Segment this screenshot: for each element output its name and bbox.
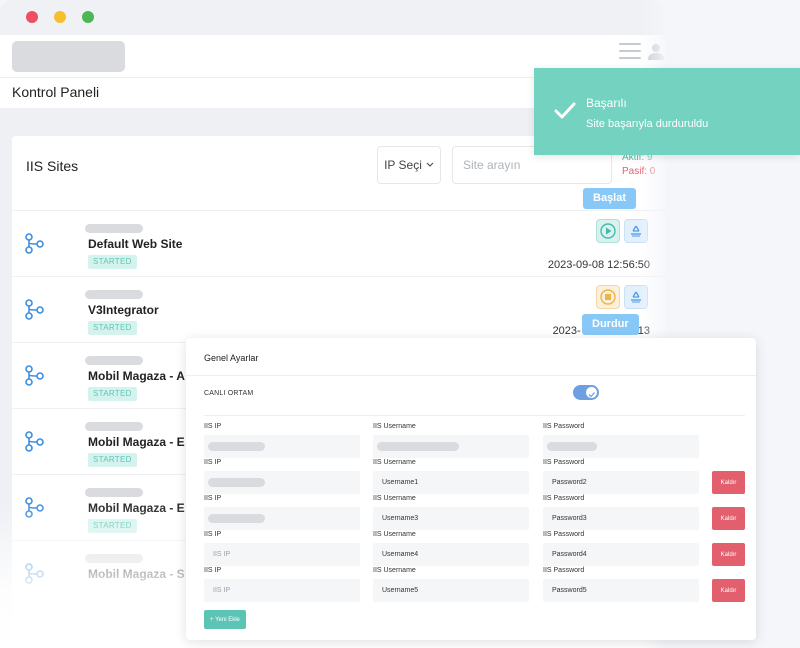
status-badge: STARTED	[88, 255, 137, 269]
status-badge: STARTED	[88, 321, 137, 335]
site-tree-icon	[25, 563, 44, 584]
iis-password-label: IIS Password	[543, 567, 585, 574]
last-updated-timestamp: 2023-09-08 12:56:50	[547, 259, 650, 271]
user-icon[interactable]	[647, 42, 665, 60]
divider	[186, 375, 756, 376]
ip-select-label: IP Seçi	[384, 158, 422, 172]
iis-password-label: IIS Password	[543, 459, 585, 466]
card-title: IIS Sites	[26, 158, 79, 174]
recycle-button[interactable]	[624, 219, 648, 243]
row-placeholder	[85, 488, 143, 497]
iis-password-field[interactable]: Password2	[543, 471, 699, 494]
checkmark-icon	[554, 102, 576, 119]
row-placeholder	[85, 422, 143, 431]
iis-password-field[interactable]: Password5	[543, 579, 699, 602]
minimize-window-button[interactable]	[54, 11, 66, 23]
iis-username-field[interactable]	[373, 435, 529, 458]
iis-username-label: IIS Username	[373, 567, 416, 574]
remove-button[interactable]: Kaldır	[712, 471, 745, 494]
add-new-button[interactable]: + Yeni Ekle	[204, 610, 246, 629]
page-title: Kontrol Paneli	[12, 84, 100, 100]
maximize-window-button[interactable]	[82, 11, 94, 23]
toast-message: Site başarıyla durduruldu	[586, 118, 709, 130]
iis-username-field[interactable]: Username1	[373, 471, 529, 494]
chevron-down-icon	[426, 162, 434, 167]
iis-username-label: IIS Username	[373, 495, 416, 502]
menu-icon[interactable]	[619, 43, 641, 64]
row-placeholder	[85, 356, 143, 365]
site-tree-icon	[25, 299, 44, 320]
iis-ip-label: IIS IP	[204, 567, 222, 574]
logo-placeholder	[12, 41, 125, 72]
site-name: Mobil Magaza - A	[88, 369, 185, 383]
row-placeholder	[85, 554, 143, 563]
stop-button[interactable]	[596, 285, 620, 309]
iis-username-field[interactable]: Username4	[373, 543, 529, 566]
iis-username-field[interactable]: Username5	[373, 579, 529, 602]
iis-ip-label: IIS IP	[204, 459, 222, 466]
site-name: Default Web Site	[88, 237, 183, 251]
iis-password-field[interactable]: Password4	[543, 543, 699, 566]
row-placeholder	[85, 290, 143, 299]
iis-ip-field[interactable]	[204, 471, 360, 494]
iis-ip-label: IIS IP	[204, 423, 222, 430]
iis-username-field[interactable]: Username3	[373, 507, 529, 530]
iis-password-field[interactable]	[543, 435, 699, 458]
check-icon	[588, 392, 595, 398]
settings-title: Genel Ayarlar	[204, 353, 259, 363]
recycle-icon	[631, 225, 641, 237]
iis-ip-field[interactable]	[204, 435, 360, 458]
status-badge: STARTED	[88, 387, 137, 401]
start-tooltip: Başlat	[583, 188, 637, 209]
remove-button[interactable]: Kaldır	[712, 543, 745, 566]
live-env-label: CANLI ORTAM	[204, 390, 254, 397]
start-button[interactable]	[596, 219, 620, 243]
status-badge: STARTED	[88, 453, 137, 467]
iis-ip-field[interactable]: IIS IP	[204, 579, 360, 602]
title-bar	[0, 0, 665, 35]
remove-button[interactable]: Kaldır	[712, 579, 745, 602]
iis-ip-label: IIS IP	[204, 495, 222, 502]
site-name: Mobil Magaza - S	[88, 567, 185, 581]
site-name: Mobil Magaza - E	[88, 435, 185, 449]
iis-password-label: IIS Password	[543, 495, 585, 502]
timestamp-head: 2023-	[552, 325, 581, 337]
iis-password-label: IIS Password	[543, 423, 585, 430]
stop-icon	[600, 289, 616, 305]
success-toast[interactable]: Başarılı Site başarıyla durduruldu	[534, 68, 800, 155]
toast-title: Başarılı	[586, 96, 627, 110]
iis-username-label: IIS Username	[373, 423, 416, 430]
live-env-toggle[interactable]	[573, 385, 599, 400]
play-icon	[600, 223, 616, 239]
stop-tooltip: Durdur	[582, 314, 639, 335]
site-tree-icon	[25, 497, 44, 518]
status-badge: STARTED	[88, 519, 137, 533]
general-settings-panel: Genel Ayarlar CANLI ORTAM IIS IP IIS Use…	[186, 338, 756, 640]
site-name: V3Integrator	[88, 303, 159, 317]
divider	[204, 415, 745, 416]
site-tree-icon	[25, 365, 44, 386]
ip-select[interactable]: IP Seçi	[377, 146, 441, 184]
close-window-button[interactable]	[26, 11, 38, 23]
iis-ip-field[interactable]	[204, 507, 360, 530]
site-row[interactable]: V3Integrator STARTED 2023-:13	[12, 276, 665, 343]
site-row[interactable]: Default Web Site STARTED 2023-09-08 12:5…	[12, 210, 665, 277]
site-name: Mobil Magaza - E	[88, 501, 185, 515]
iis-ip-field[interactable]: IIS IP	[204, 543, 360, 566]
recycle-button[interactable]	[624, 285, 648, 309]
toggle-knob	[586, 387, 597, 398]
recycle-icon	[631, 291, 641, 303]
remove-button[interactable]: Kaldır	[712, 507, 745, 530]
iis-username-label: IIS Username	[373, 459, 416, 466]
iis-password-field[interactable]: Password3	[543, 507, 699, 530]
row-placeholder	[85, 224, 143, 233]
iis-ip-label: IIS IP	[204, 531, 222, 538]
iis-username-label: IIS Username	[373, 531, 416, 538]
passive-count: Pasif: 0	[622, 166, 656, 177]
site-tree-icon	[25, 431, 44, 452]
site-tree-icon	[25, 233, 44, 254]
iis-password-label: IIS Password	[543, 531, 585, 538]
